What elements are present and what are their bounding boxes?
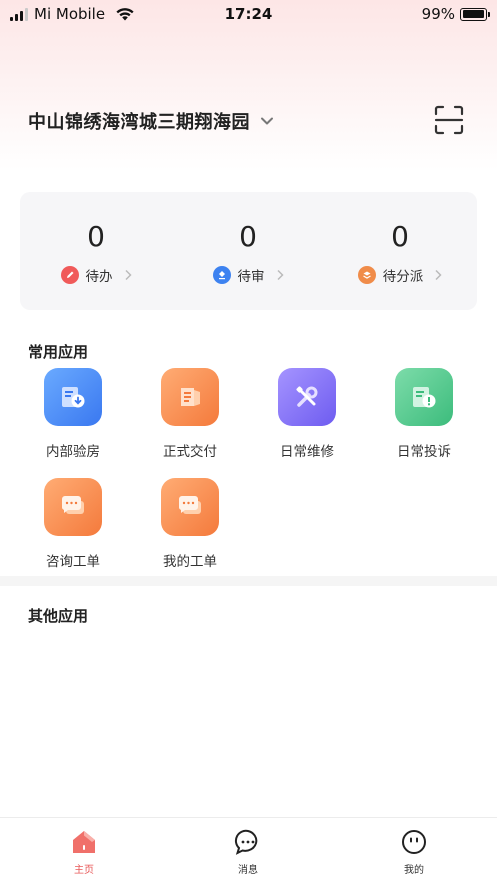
tab-label: 消息: [238, 865, 258, 876]
app-daily-maintenance[interactable]: 日常维修: [252, 368, 362, 468]
stat-label: 待办: [85, 269, 113, 285]
house-inspection-icon: [44, 368, 102, 426]
project-name: 中山锦绣海湾城三期翔海园: [28, 112, 250, 133]
stat-todo[interactable]: 0 待办: [20, 192, 172, 310]
app-label: 正式交付: [163, 444, 217, 460]
stamp-icon: [212, 266, 231, 284]
app-daily-complaint[interactable]: 日常投诉: [369, 368, 479, 468]
tab-bar: 主页 消息 我的: [0, 817, 497, 883]
stat-dispatch[interactable]: 0 待分派: [324, 192, 476, 310]
battery-fill: [462, 10, 485, 18]
chevron-right-icon: [435, 269, 442, 281]
stat-value: 0: [239, 220, 257, 253]
app-label: 咨询工单: [46, 554, 100, 570]
dispatch-icon: [357, 266, 376, 284]
stat-value: 0: [391, 220, 409, 253]
status-right: 99%: [421, 5, 490, 23]
app-internal-inspection[interactable]: 内部验房: [18, 368, 128, 468]
chevron-down-icon: [261, 117, 273, 125]
delivery-icon: [161, 368, 219, 426]
app-formal-delivery[interactable]: 正式交付: [135, 368, 245, 468]
pen-icon: [60, 266, 79, 284]
scan-icon[interactable]: [433, 104, 465, 136]
tab-home[interactable]: 主页: [24, 828, 144, 883]
project-selector[interactable]: 中山锦绣海湾城三期翔海园: [28, 108, 274, 134]
chat-icon: [44, 478, 102, 536]
complaint-icon: [395, 368, 453, 426]
tab-messages[interactable]: 消息: [188, 828, 308, 883]
app-label: 我的工单: [163, 554, 217, 570]
section-divider: [0, 576, 497, 586]
common-apps-title: 常用应用: [28, 343, 89, 361]
home-icon: [73, 831, 95, 853]
app-label: 日常维修: [280, 444, 334, 460]
app-label: 日常投诉: [397, 444, 451, 460]
other-apps-title: 其他应用: [28, 607, 89, 625]
battery-icon: [460, 7, 490, 21]
app-my-order[interactable]: 我的工单: [135, 478, 245, 578]
stat-label: 待审: [237, 269, 265, 285]
stat-value: 0: [87, 220, 105, 253]
chevron-right-icon: [124, 269, 132, 281]
chevron-right-icon: [276, 269, 284, 281]
status-bar: Mi Mobile 17:24 99%: [0, 0, 497, 30]
app-consult-order[interactable]: 咨询工单: [18, 478, 128, 578]
stat-review[interactable]: 0 待审: [172, 192, 324, 310]
tab-label: 主页: [74, 865, 94, 876]
stats-card: 0 待办 0 待审 0 待分派: [20, 192, 477, 310]
profile-icon: [402, 830, 426, 854]
tab-label: 我的: [404, 865, 424, 876]
chat-icon: [161, 478, 219, 536]
stat-label: 待分派: [382, 269, 424, 285]
app-label: 内部验房: [46, 444, 100, 460]
wrench-icon: [278, 368, 336, 426]
tab-profile[interactable]: 我的: [354, 828, 474, 883]
message-icon: [234, 829, 258, 855]
battery-percent: 99%: [421, 5, 455, 23]
